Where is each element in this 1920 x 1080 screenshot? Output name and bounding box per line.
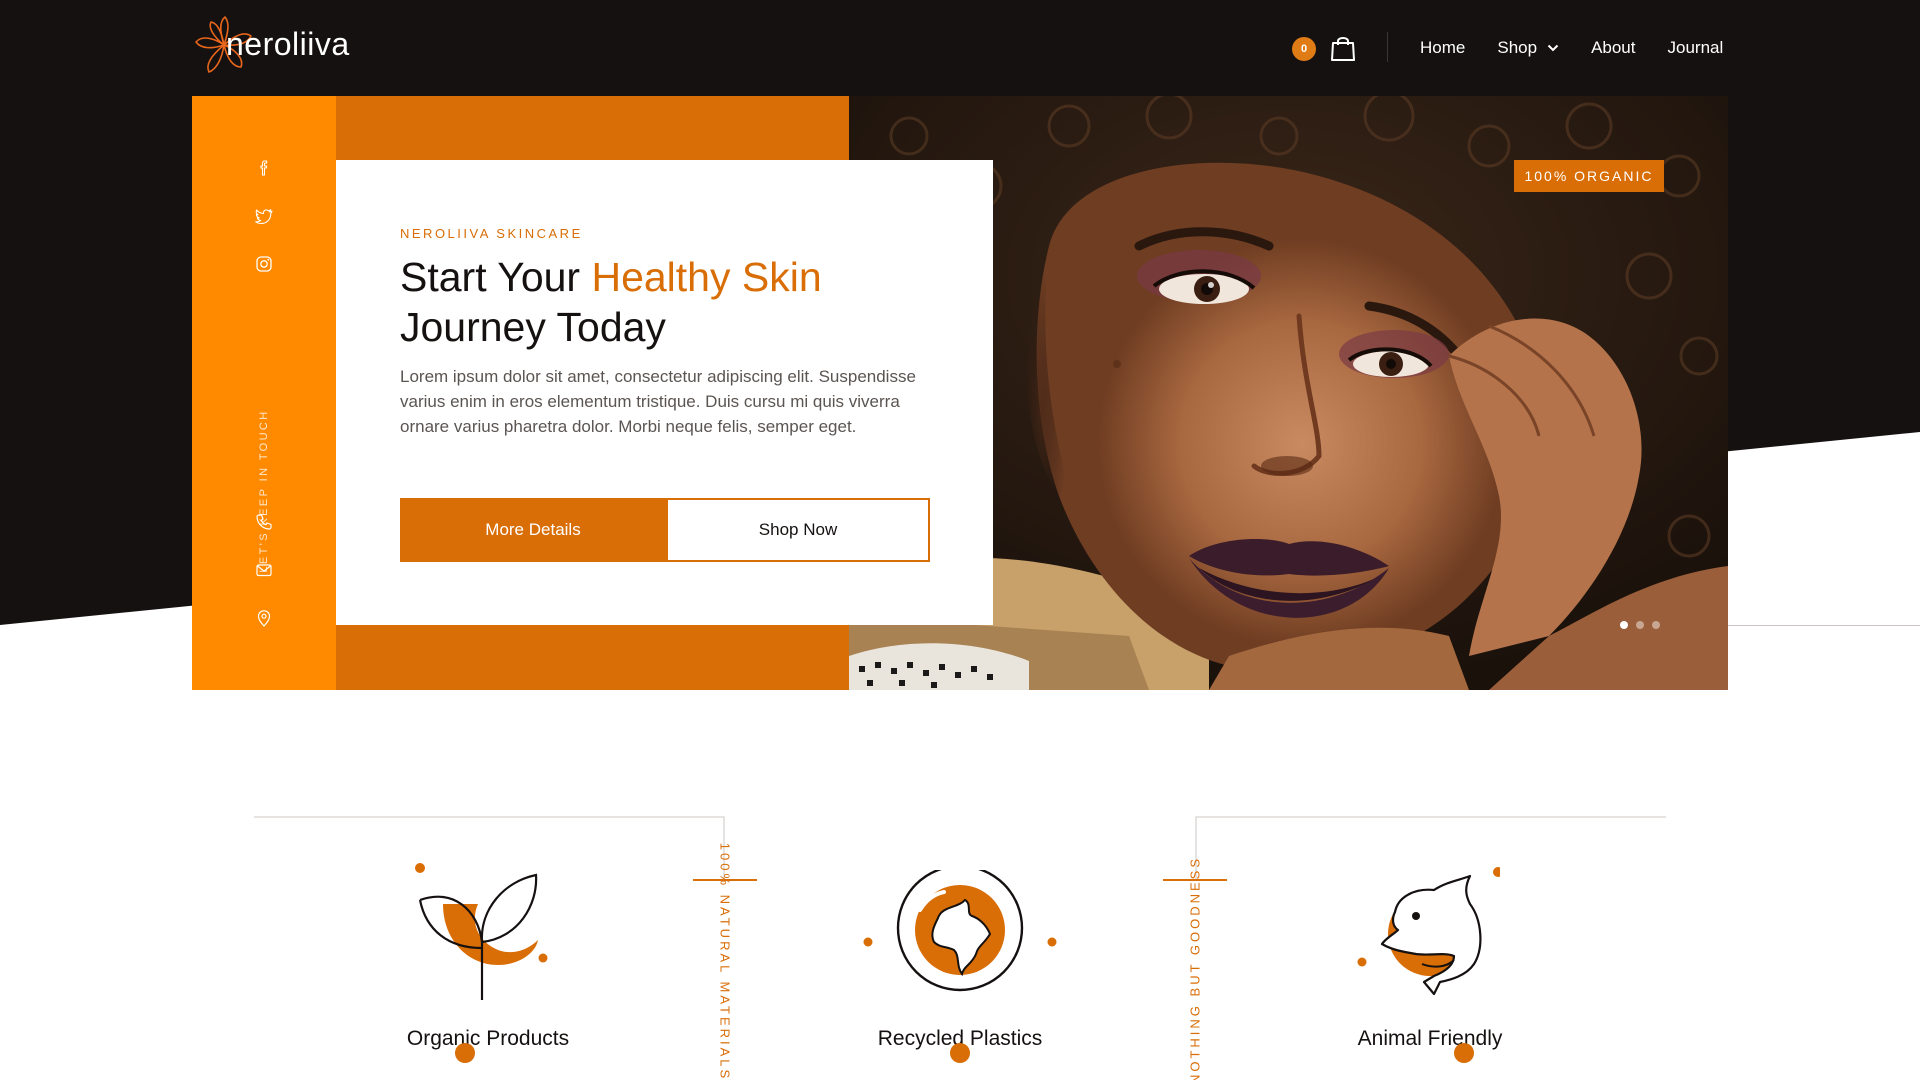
slider-dot-3[interactable]	[1652, 621, 1660, 629]
mail-icon[interactable]	[254, 560, 274, 580]
feature-recycled: Recycled Plastics	[810, 690, 1110, 1080]
feature-dot-animal	[1454, 1043, 1474, 1063]
feature-title-animal: Animal Friendly	[1357, 1027, 1503, 1050]
nav-item-about[interactable]: About	[1591, 38, 1635, 58]
twitter-icon[interactable]	[254, 206, 274, 226]
nav-item-shop[interactable]: Shop	[1497, 38, 1559, 58]
nav-home-label: Home	[1420, 38, 1466, 57]
location-icon[interactable]	[254, 608, 274, 628]
feature-dot-organic	[455, 1043, 475, 1063]
logo-text: neroliiva	[226, 26, 350, 62]
slider-dot-2[interactable]	[1636, 621, 1644, 629]
headline-end: Journey Today	[400, 304, 666, 350]
shop-now-button[interactable]: Shop Now	[666, 498, 930, 562]
phone-icon[interactable]	[254, 512, 274, 532]
more-details-button[interactable]: More Details	[400, 498, 666, 562]
nav-divider	[1387, 32, 1388, 62]
headline-start: Start Your	[400, 254, 592, 300]
feature-title-organic: Organic Products	[406, 1027, 570, 1050]
hero-divider-line	[1728, 625, 1920, 626]
nav-journal-label: Journal	[1667, 38, 1724, 57]
cart-count-badge: 0	[1292, 37, 1316, 61]
nav-about-label: About	[1591, 38, 1636, 57]
globe-icon	[863, 870, 1057, 992]
facebook-icon[interactable]	[254, 158, 274, 178]
slider-dot-1[interactable]	[1620, 621, 1628, 629]
keep-in-touch-label: LET'S KEEP IN TOUCH	[258, 409, 270, 573]
logo[interactable]: neroliiva	[192, 14, 349, 80]
dolphin-icon	[1357, 867, 1500, 996]
nav-item-home[interactable]: Home	[1420, 38, 1465, 58]
shopping-bag-icon[interactable]	[1330, 34, 1356, 62]
feature-dot-recycled	[950, 1043, 970, 1063]
leaf-icon	[415, 863, 548, 1000]
social-sidebar: LET'S KEEP IN TOUCH	[192, 96, 336, 690]
page: neroliiva 0 Home Shop About Journal LET'…	[0, 0, 1920, 1080]
organic-badge: 100% ORGANIC	[1514, 160, 1664, 192]
hero-headline: Start Your Healthy Skin Journey Today	[400, 252, 960, 352]
slider-dots	[1620, 621, 1668, 629]
nav-item-journal[interactable]: Journal	[1668, 38, 1724, 58]
nav-shop-label: Shop	[1497, 38, 1538, 57]
hero-eyebrow: NEROLIIVA SKINCARE	[400, 226, 583, 241]
vertical-text-natural: 100% NATURAL MATERIALS	[717, 842, 733, 1080]
hero-card: NEROLIIVA SKINCARE Start Your Healthy Sk…	[336, 160, 993, 625]
vertical-text-goodness: NOTHING BUT GOODNESS	[1187, 855, 1203, 1080]
headline-accent: Healthy Skin	[591, 254, 822, 300]
hero-description: Lorem ipsum dolor sit amet, consectetur …	[400, 367, 916, 436]
features-section: 100% NATURAL MATERIALS NOTHING BUT GOODN…	[0, 690, 1920, 1080]
main-nav: Home Shop About Journal	[1420, 36, 1723, 60]
site-header: neroliiva 0 Home Shop About Journal	[192, 0, 1728, 96]
chevron-down-icon	[1547, 44, 1559, 52]
feature-organic: Organic Products	[338, 690, 638, 1080]
instagram-icon[interactable]	[254, 254, 274, 274]
feature-animal: Animal Friendly	[1280, 690, 1580, 1080]
